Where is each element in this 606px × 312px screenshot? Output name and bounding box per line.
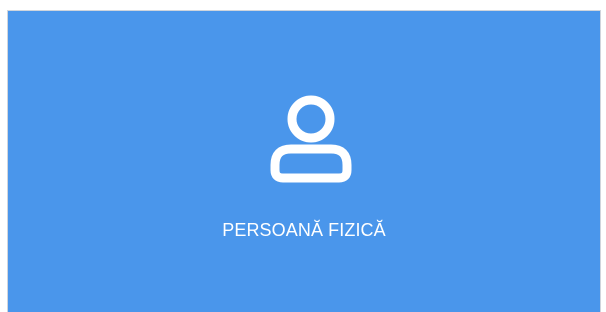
card-label: PERSOANĂ FIZICĂ xyxy=(222,220,386,240)
page: PERSOANĂ FIZICĂ xyxy=(0,0,606,312)
user-icon xyxy=(269,92,353,184)
persoana-fizica-card[interactable]: PERSOANĂ FIZICĂ xyxy=(7,10,601,312)
